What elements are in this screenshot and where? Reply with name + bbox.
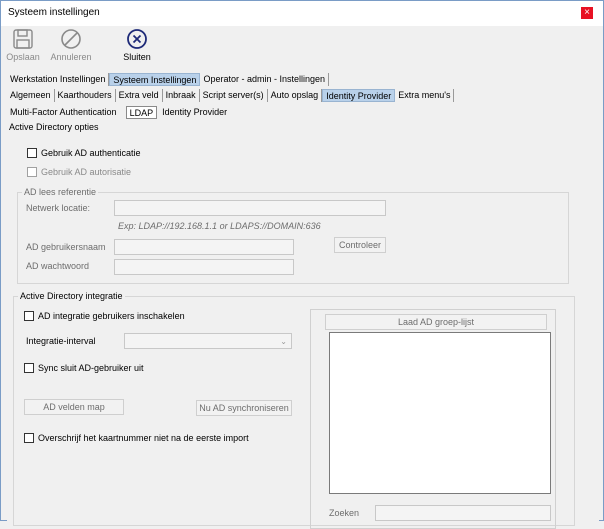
tab-extra-veld[interactable]: Extra veld [116,89,163,102]
ad-group-list-panel: Laad AD groep-lijst Zoeken [310,309,556,529]
tab-script-servers[interactable]: Script server(s) [200,89,268,102]
ad-integration-group: Active Directory integratie AD integrati… [13,291,575,529]
ad-username-input[interactable] [114,239,294,255]
tab-algemeen[interactable]: Algemeen [7,89,55,102]
toolbar: Opslaan Annuleren Sluiten [1,26,603,70]
use-ad-authz-checkbox[interactable]: Gebruik AD autorisatie [27,167,131,177]
sync-now-button[interactable]: Nu AD synchroniseren [196,400,292,416]
search-label: Zoeken [329,508,360,518]
network-location-label: Netwerk locatie: [26,203,91,213]
ad-password-input[interactable] [114,259,294,275]
title-bar: Systeem instellingen × [1,1,603,26]
checkbox-box [24,311,34,321]
ad-group-listbox[interactable] [329,332,551,494]
ad-username-label: AD gebruikersnaam [26,242,106,252]
checkbox-box [27,148,37,158]
ad-password-label: AD wachtwoord [26,261,90,271]
circle-x-icon [127,29,147,49]
search-input[interactable] [375,505,551,521]
checkbox-box [24,363,34,373]
chevron-down-icon: ⌄ [280,337,287,346]
tab-inbraak[interactable]: Inbraak [163,89,200,102]
close-window-button[interactable]: × [581,7,593,19]
tab-werkstation[interactable]: Werkstation Instellingen [7,73,110,86]
ad-fields-map-button[interactable]: AD velden map [24,399,124,415]
close-button[interactable]: Sluiten [115,28,159,62]
tab-identity-provider-sub[interactable]: Identity Provider [159,106,230,119]
ad-options-title: Active Directory opties [9,122,99,132]
save-label: Opslaan [6,52,40,62]
cancel-button[interactable]: Annuleren [49,28,93,62]
tab-systeem[interactable]: Systeem Instellingen [109,73,201,86]
integration-interval-select[interactable]: ⌄ [124,333,292,349]
tabs-level2: Algemeen Kaarthouders Extra veld Inbraak… [7,89,455,102]
ad-reference-group: AD lees referentie Netwerk locatie: Exp:… [17,187,569,284]
checkbox-box [27,167,37,177]
window-title: Systeem instellingen [8,7,100,18]
cancel-label: Annuleren [50,52,92,62]
tabs-level1: Werkstation Instellingen Systeem Instell… [7,73,329,86]
tab-operator[interactable]: Operator - admin - Instellingen [200,73,329,86]
tab-extra-menus[interactable]: Extra menu's [395,89,455,102]
tab-ldap[interactable]: LDAP [125,106,158,119]
network-location-hint: Exp: LDAP://192.168.1.1 or LDAPS://DOMAI… [118,221,321,231]
ad-reference-legend: AD lees referentie [22,187,99,197]
save-button[interactable]: Opslaan [1,28,45,62]
integration-interval-label: Integratie-interval [26,336,96,346]
check-button[interactable]: Controleer [334,237,386,253]
ad-integration-legend: Active Directory integratie [18,291,125,301]
network-location-input[interactable] [114,200,386,216]
enable-ad-users-label: AD integratie gebruikers inschakelen [38,311,185,321]
enable-ad-users-checkbox[interactable]: AD integratie gebruikers inschakelen [24,311,185,321]
close-label: Sluiten [123,52,151,62]
tab-kaarthouders[interactable]: Kaarthouders [55,89,116,102]
overwrite-cardnumber-checkbox[interactable]: Overschrijf het kaartnummer niet na de e… [24,433,249,443]
tab-identity-provider[interactable]: Identity Provider [322,89,396,102]
use-ad-authz-label: Gebruik AD autorisatie [41,167,132,177]
tabs-level3: Multi-Factor Authentication LDAP Identit… [7,106,230,119]
use-ad-auth-checkbox[interactable]: Gebruik AD authenticatie [27,148,141,158]
overwrite-cardnumber-label: Overschrijf het kaartnummer niet na de e… [38,433,249,443]
load-ad-groups-button[interactable]: Laad AD groep-lijst [325,314,547,330]
sync-close-checkbox[interactable]: Sync sluit AD-gebruiker uit [24,363,144,373]
prohibit-icon [61,29,81,49]
tab-auto-opslag[interactable]: Auto opslag [268,89,323,102]
ldap-panel: Active Directory opties Gebruik AD authe… [7,120,599,529]
checkbox-box [24,433,34,443]
floppy-disk-icon [13,29,33,49]
sync-close-label: Sync sluit AD-gebruiker uit [38,363,144,373]
tab-mfa[interactable]: Multi-Factor Authentication [7,106,120,119]
use-ad-auth-label: Gebruik AD authenticatie [41,148,141,158]
settings-window: Systeem instellingen × Opslaan Annuleren [0,0,604,529]
